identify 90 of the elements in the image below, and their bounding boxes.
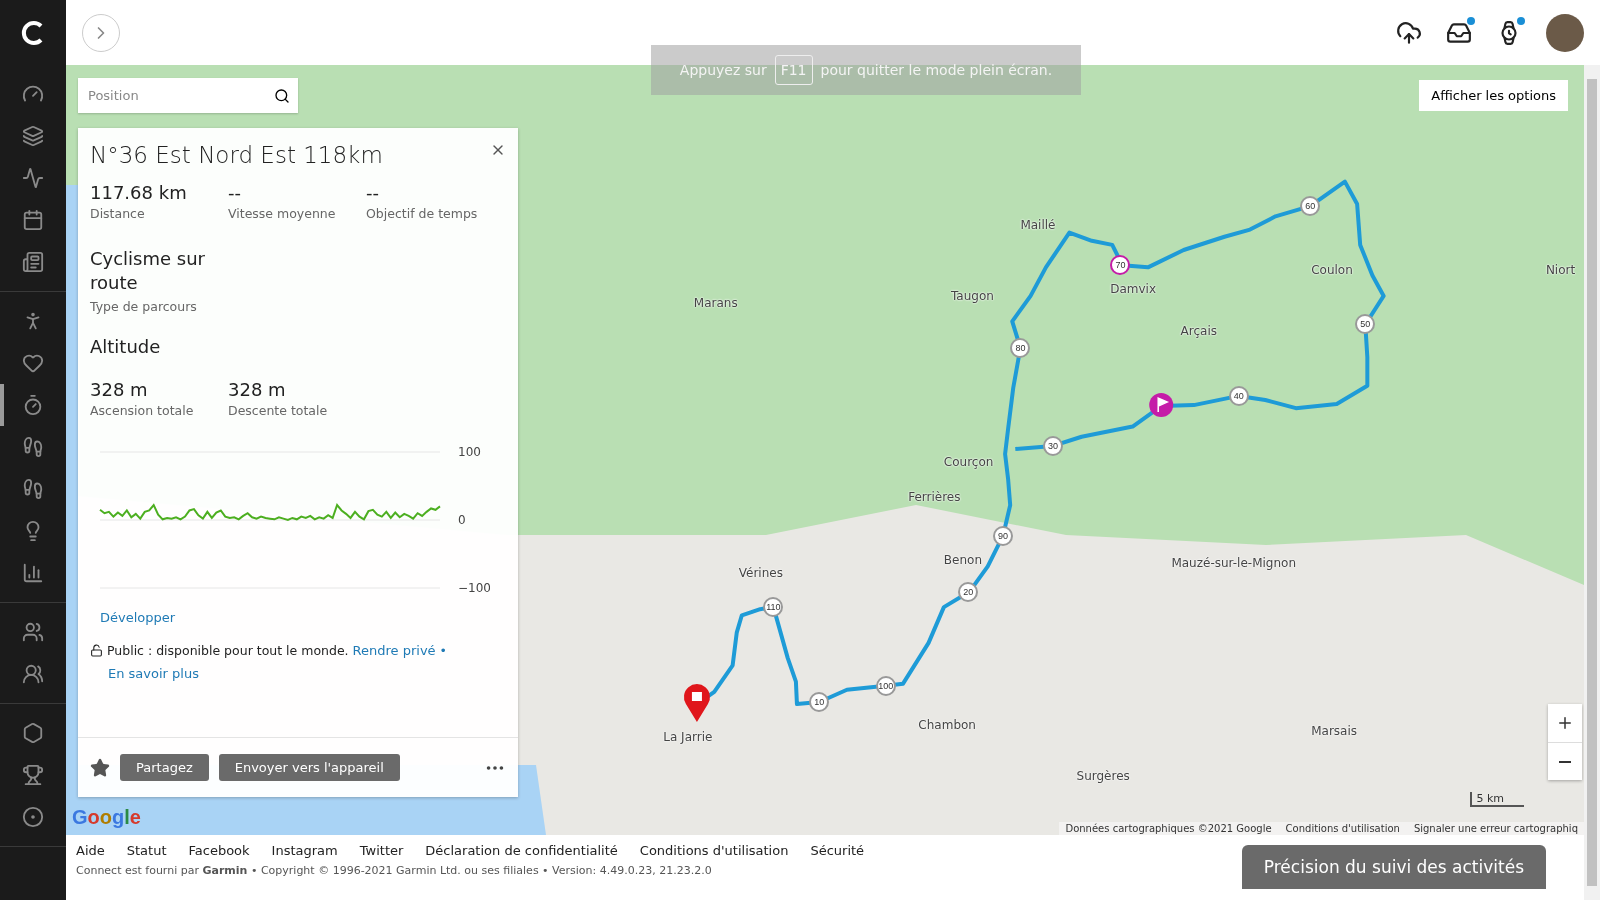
course-type-value: Cyclisme sur route xyxy=(90,247,206,295)
shoe-icon xyxy=(22,478,44,500)
axis-tick-label: 100 xyxy=(458,445,481,459)
stat-label: Objectif de temps xyxy=(366,206,479,221)
footer-link[interactable]: Instagram xyxy=(271,843,338,858)
zoom-in-button[interactable] xyxy=(1548,704,1582,742)
stat-value: 117.68 km xyxy=(90,182,188,203)
stat-label: Type de parcours xyxy=(90,299,198,314)
position-search-field[interactable]: Position xyxy=(78,78,298,113)
stat-value: 328 m xyxy=(228,379,287,400)
bar-chart-icon xyxy=(22,562,44,584)
place-label: Benon xyxy=(943,553,983,568)
stopwatch-icon xyxy=(22,394,44,416)
newspaper-icon xyxy=(22,251,44,273)
distance-marker: 10 xyxy=(809,692,830,713)
axis-tick-label: 0 xyxy=(458,513,466,527)
people-icon xyxy=(22,621,44,643)
route-title: N°36 Est Nord Est 118km xyxy=(90,142,383,168)
stat-label: Distance xyxy=(90,206,146,221)
send-to-device-button[interactable]: Envoyer vers l'appareil xyxy=(218,754,400,781)
section-title: Altitude xyxy=(90,336,162,357)
stat-label: Ascension totale xyxy=(90,403,195,418)
place-label: Arçais xyxy=(1180,324,1217,339)
show-options-button[interactable]: Afficher les options xyxy=(1419,80,1568,111)
unlock-icon xyxy=(90,644,103,657)
start-pin-icon xyxy=(683,684,710,722)
place-label: Marans xyxy=(693,295,738,310)
calendar-icon xyxy=(22,209,44,231)
place-label: Niort xyxy=(1545,263,1576,278)
distance-marker: 110 xyxy=(763,597,784,618)
minus-icon xyxy=(1559,760,1571,763)
flag-marker-icon xyxy=(1149,393,1174,418)
place-label: Marsais xyxy=(1311,724,1358,739)
stat-label: Vitesse moyenne xyxy=(228,206,337,221)
footer-link[interactable]: Facebook xyxy=(188,843,250,858)
heart-icon xyxy=(22,352,44,374)
place-label: Taugon xyxy=(951,288,994,303)
map-link[interactable]: Signaler une erreur cartographiq xyxy=(1413,823,1578,834)
search-icon[interactable] xyxy=(274,87,290,104)
distance-marker: 100 xyxy=(875,675,896,696)
place-label: Ferrières xyxy=(908,489,961,504)
map-link[interactable]: Conditions d'utilisation xyxy=(1285,823,1400,834)
trophy-icon xyxy=(22,764,44,786)
stat-value: -- xyxy=(366,182,380,203)
map-attribution: Données cartographiques ©2021 Google xyxy=(1065,823,1272,834)
footer-link[interactable]: Twitter xyxy=(359,843,404,858)
stat-value: -- xyxy=(228,182,242,203)
scrollbar[interactable] xyxy=(1584,65,1600,900)
layers-icon xyxy=(22,125,44,147)
learn-more-link[interactable]: En savoir plus xyxy=(108,666,199,681)
notice-text: Appuyez sur xyxy=(679,62,767,78)
avatar[interactable] xyxy=(1546,13,1584,52)
place-label: Vérines xyxy=(738,566,783,581)
place-label: La Jarrie xyxy=(663,729,713,744)
axis-tick-label: −100 xyxy=(458,581,490,595)
make-private-link[interactable]: Rendre privé xyxy=(352,643,436,658)
stat-value: 328 m xyxy=(90,379,149,400)
map-logo: Google xyxy=(72,806,141,829)
hexagon-icon xyxy=(22,722,44,744)
place-label: Maillé xyxy=(1020,218,1056,233)
cloud-upload-icon[interactable] xyxy=(1396,19,1422,46)
expand-link[interactable]: Développer xyxy=(100,610,506,625)
place-label: Courçon xyxy=(943,455,994,470)
pulse-line-icon xyxy=(22,167,44,189)
place-label: Coulon xyxy=(1311,263,1353,278)
copyright-text: Connect est fourni par Garmin • Copyright © 1996-2021 Garmin Ltd. ou ses filiales • Version: 4.49.0.23, 21.23.2.0 xyxy=(76,864,713,877)
notice-text: pour quitter le mode plein écran. xyxy=(820,62,1053,78)
group-icon xyxy=(22,663,44,685)
target-icon xyxy=(22,806,44,828)
place-label: Damvix xyxy=(1110,281,1156,296)
shoe-icon xyxy=(22,436,44,458)
place-label: Mauzé-sur-le-Mignon xyxy=(1171,556,1296,571)
footer-link[interactable]: Déclaration de confidentialité xyxy=(425,843,618,858)
feedback-button[interactable]: Précision du suivi des activités xyxy=(1241,845,1546,889)
separator: • xyxy=(439,643,447,658)
footer-link[interactable]: Aide xyxy=(76,843,105,858)
share-button[interactable]: Partagez xyxy=(120,754,209,781)
privacy-text: Public : disponible pour tout le monde. xyxy=(107,643,349,658)
place-label: Chambon xyxy=(918,718,976,733)
footer-link[interactable]: Statut xyxy=(126,843,167,858)
distance-marker: 20 xyxy=(958,581,979,602)
place-label: Surgères xyxy=(1076,769,1130,784)
stat-label: Descente totale xyxy=(228,403,329,418)
footer-link[interactable]: Sécurité xyxy=(810,843,865,858)
plus-icon xyxy=(1556,714,1574,732)
distance-marker: 90 xyxy=(993,525,1014,546)
map-scale: 5 km xyxy=(1470,792,1524,807)
star-icon[interactable] xyxy=(90,757,110,778)
inbox-icon[interactable] xyxy=(1446,19,1472,46)
footer-link[interactable]: Conditions d'utilisation xyxy=(639,843,789,858)
